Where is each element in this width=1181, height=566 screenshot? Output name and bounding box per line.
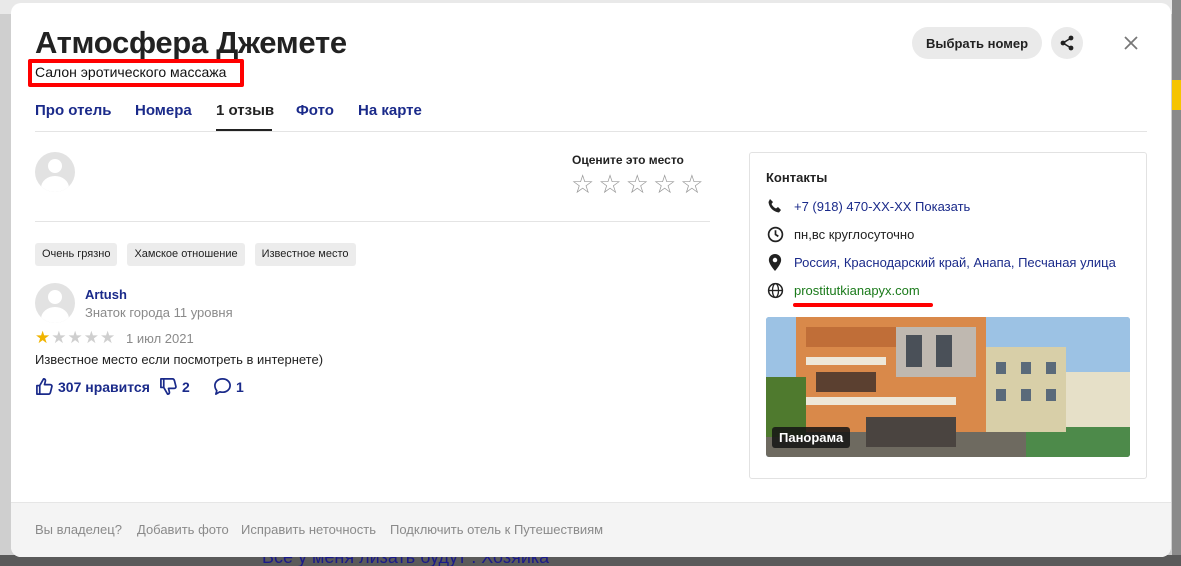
rate-stars: ☆ ☆ ☆ ☆ ☆ — [571, 171, 704, 197]
rate-star-3[interactable]: ☆ — [626, 171, 649, 197]
review-star-filled: ★ — [35, 328, 51, 347]
close-button[interactable] — [1117, 29, 1145, 57]
footer-fix-error-link[interactable]: Исправить неточность — [241, 522, 376, 537]
review-tag[interactable]: Хамское отношение — [127, 243, 245, 266]
tab-reviews[interactable]: 1 отзыв — [216, 102, 274, 119]
footer-connect-hotel-link[interactable]: Подключить отель к Путешествиям — [390, 522, 603, 537]
like-button[interactable]: 307 нравится — [35, 377, 150, 396]
hotel-category: Салон эротического массажа — [35, 64, 227, 80]
choose-room-button[interactable]: Выбрать номер — [912, 27, 1042, 59]
dislike-count: 2 — [182, 378, 190, 395]
clock-icon — [766, 225, 784, 243]
rate-star-5[interactable]: ☆ — [680, 171, 703, 197]
rate-star-2[interactable]: ☆ — [598, 171, 621, 197]
footer-owner-link[interactable]: Вы владелец? — [35, 522, 122, 537]
panorama-label: Панорама — [772, 427, 851, 448]
contact-phone[interactable]: +7 (918) 470-XX-XX Показать — [766, 197, 970, 215]
opening-hours: пн,вс круглосуточно — [794, 226, 915, 242]
comments-button[interactable]: 1 — [213, 377, 244, 396]
tab-photos[interactable]: Фото — [296, 102, 334, 119]
close-icon — [1124, 36, 1138, 50]
thumbs-down-icon — [160, 378, 177, 395]
contacts-title: Контакты — [766, 170, 828, 185]
current-user-avatar — [35, 152, 75, 192]
phone-number[interactable]: +7 (918) 470-XX-XX Показать — [794, 199, 970, 214]
like-count: 307 нравится — [58, 378, 150, 395]
location-pin-icon — [766, 253, 784, 271]
modal-footer: Вы владелец? Добавить фото Исправить нет… — [11, 502, 1171, 557]
review-divider — [35, 221, 710, 222]
comment-count: 1 — [236, 378, 244, 395]
share-icon — [1060, 35, 1074, 51]
reviewer-level: Знаток города 11 уровня — [85, 305, 233, 320]
tabs-divider — [35, 131, 1147, 132]
globe-icon — [766, 281, 784, 299]
rate-label: Оцените это место — [572, 153, 684, 167]
hotel-modal: Атмосфера Джемете Салон эротического мас… — [11, 3, 1171, 557]
website-highlight-underline — [793, 303, 933, 307]
comment-icon — [214, 378, 231, 395]
tab-map[interactable]: На карте — [358, 102, 422, 119]
contacts-panel: Контакты +7 (918) 470-XX-XX Показать пн,… — [749, 152, 1147, 479]
phone-icon — [766, 197, 784, 215]
contact-website[interactable]: prostitutkianapyx.com — [766, 281, 920, 299]
website-link[interactable]: prostitutkianapyx.com — [794, 283, 920, 298]
address-link[interactable]: Россия, Краснодарский край, Анапа, Песча… — [794, 255, 1116, 270]
review-tags: Очень грязно Хамское отношение Известное… — [35, 243, 356, 266]
review-tag[interactable]: Известное место — [254, 243, 356, 266]
review-star-empty: ★ — [67, 328, 83, 347]
review-star-empty: ★ — [51, 328, 67, 347]
share-button[interactable] — [1051, 27, 1083, 59]
review-rating: ★ ★ ★ ★ ★ — [35, 329, 115, 347]
dislike-button[interactable]: 2 — [159, 377, 190, 396]
reviewer-name[interactable]: Artush — [85, 287, 127, 302]
panorama-thumbnail[interactable]: Панорама — [766, 317, 1130, 457]
tab-about[interactable]: Про отель — [35, 102, 112, 119]
rate-star-1[interactable]: ☆ — [571, 171, 594, 197]
review-star-empty: ★ — [83, 328, 99, 347]
rate-star-4[interactable]: ☆ — [653, 171, 676, 197]
footer-add-photo-link[interactable]: Добавить фото — [137, 522, 229, 537]
tab-rooms[interactable]: Номера — [135, 102, 192, 119]
page-title: Атмосфера Джемете — [35, 25, 347, 60]
reviewer-avatar[interactable] — [35, 283, 75, 323]
contact-hours: пн,вс круглосуточно — [766, 225, 914, 243]
background-accent — [1172, 80, 1181, 110]
review-tag[interactable]: Очень грязно — [35, 243, 118, 266]
review-date: 1 июл 2021 — [126, 331, 194, 346]
review-star-empty: ★ — [100, 328, 116, 347]
contact-address[interactable]: Россия, Краснодарский край, Анапа, Песча… — [766, 253, 1116, 271]
review-text: Известное место если посмотреть в интерн… — [35, 352, 324, 367]
thumbs-up-icon — [36, 378, 53, 395]
